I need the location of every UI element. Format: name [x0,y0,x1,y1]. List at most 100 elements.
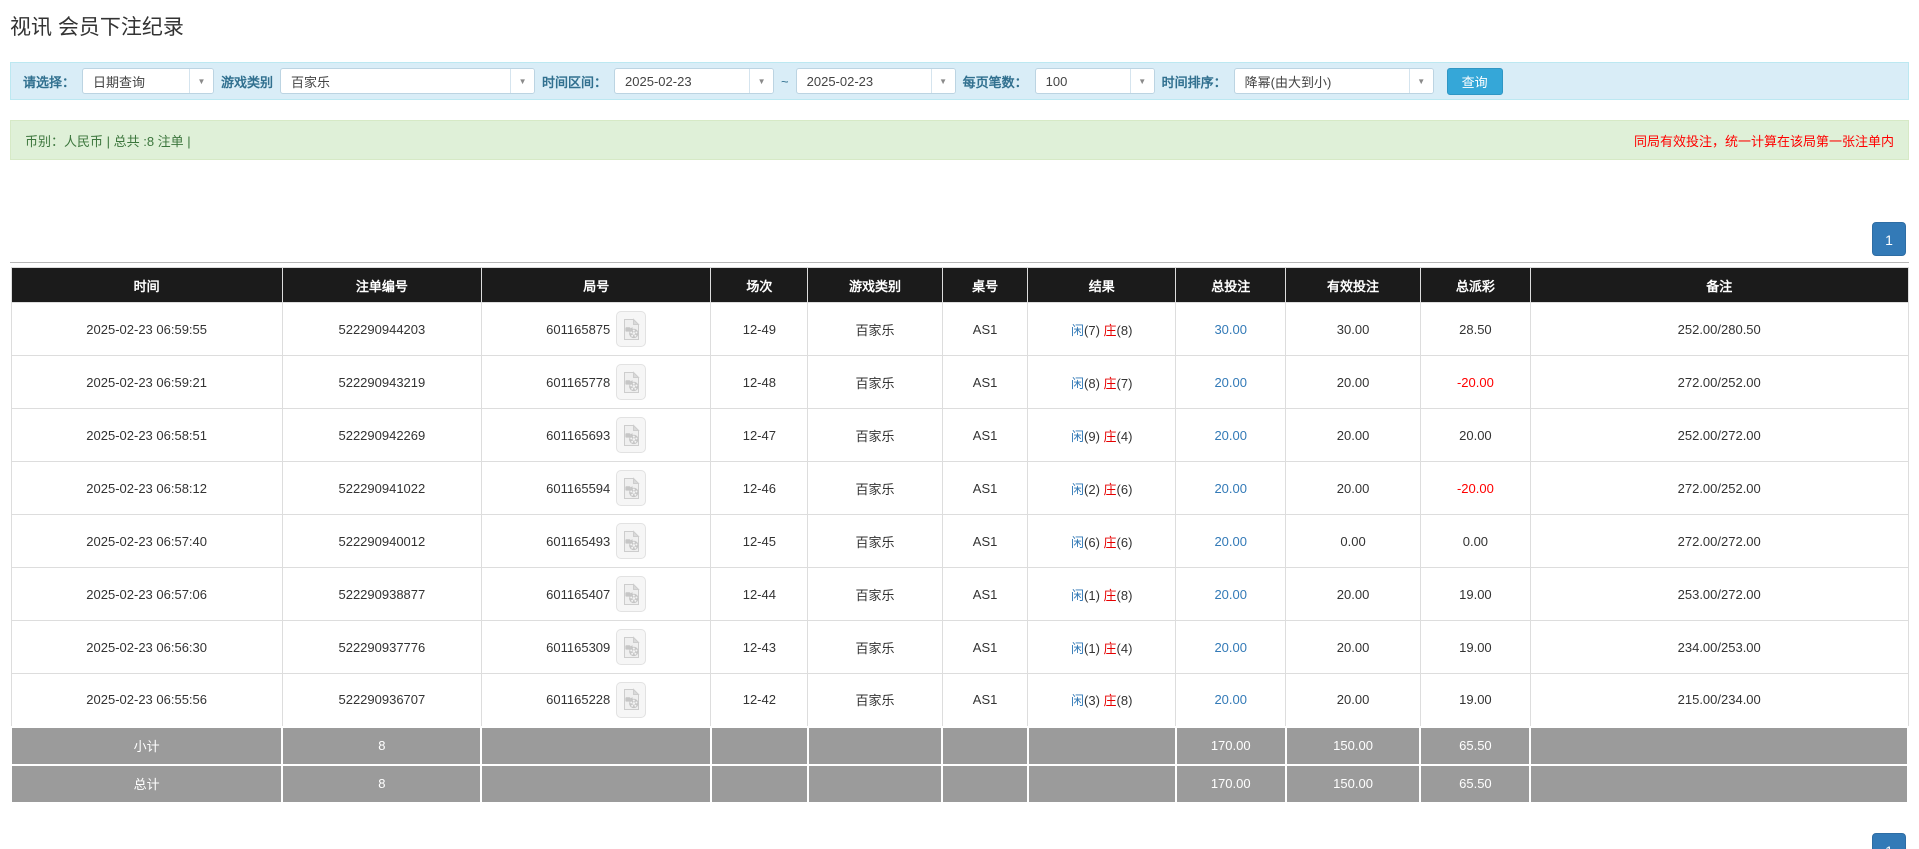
round-no-text: 601165309 [546,639,611,655]
result-player-score: (1) [1084,587,1100,603]
total-bet-link[interactable]: 20.00 [1214,692,1247,707]
cell-game-type: 百家乐 [807,673,943,727]
result-banker-label: 庄 [1103,322,1117,338]
table-row: 2025-02-23 06:58:51 522290942269 6011656… [10,408,1909,462]
total-bet-link[interactable]: 30.00 [1214,322,1247,337]
round-video-button[interactable] [616,681,647,718]
cell-result: 闲(2) 庄(6) [1027,461,1177,515]
chevron-down-icon: ▼ [749,69,774,93]
col-header-note: 备注 [1529,267,1909,303]
cell-note: 215.00/234.00 [1529,673,1909,727]
date-from-value: 2025-02-23 [625,73,692,89]
date-to-picker[interactable]: 2025-02-23 ▼ [795,68,956,94]
cell-valid-bet: 30.00 [1285,302,1421,356]
result-player-score: (9) [1084,428,1100,444]
result-banker-score: (4) [1116,428,1133,444]
cell-game-type: 百家乐 [807,567,943,621]
table-row: 2025-02-23 06:56:30 522290937776 6011653… [10,620,1909,674]
result-banker-score: (8) [1116,587,1133,603]
total-bet-link[interactable]: 20.00 [1214,587,1247,602]
round-video-button[interactable] [616,364,647,400]
time-sort-dropdown[interactable]: 降幂(由大到小) ▼ [1233,68,1434,94]
col-header-bet-no: 注单编号 [281,267,482,303]
result-player-label: 闲 [1071,322,1085,338]
query-type-dropdown[interactable]: 日期查询 ▼ [82,68,215,94]
cell-round-no: 601165228 [480,673,712,727]
subtotal-row: 小计 8 170.00 150.00 65.50 [9,725,1909,766]
cell-note: 253.00/272.00 [1529,567,1909,621]
result-player-score: (7) [1084,322,1100,338]
result-player-label: 闲 [1071,375,1085,391]
cell-bet-no: 522290941022 [281,461,482,515]
result-banker-label: 庄 [1103,428,1117,444]
currency-total-text: 币别：人民币 | 总共 :8 注单 | [25,133,191,149]
cell-note: 272.00/252.00 [1529,461,1909,515]
col-header-round-no: 局号 [480,267,712,303]
film-icon [622,423,641,447]
table-row: 2025-02-23 06:57:06 522290938877 6011654… [10,567,1909,621]
cell-session: 12-47 [710,408,809,462]
cell-round-no: 601165493 [480,514,712,568]
cell-table-no: AS1 [941,567,1029,621]
cell-note: 272.00/252.00 [1529,355,1909,409]
page-size-dropdown[interactable]: 100 ▼ [1034,68,1155,94]
table-row: 2025-02-23 06:59:21 522290943219 6011657… [10,355,1909,409]
cell-bet-no: 522290936707 [281,673,482,727]
search-button[interactable]: 查询 [1446,67,1503,95]
cell-round-no: 601165594 [480,461,712,515]
total-count: 8 [281,763,483,804]
cell-valid-bet: 20.00 [1285,408,1421,462]
chevron-down-icon: ▼ [930,69,955,93]
result-banker-label: 庄 [1103,693,1117,709]
round-video-button[interactable] [616,523,647,559]
chevron-down-icon: ▼ [510,69,535,93]
round-video-button[interactable] [616,417,647,453]
summary-bar: 币别：人民币 | 总共 :8 注单 | 同局有效投注，统一计算在该局第一张注单内 [10,120,1909,160]
round-video-button[interactable] [616,629,647,665]
total-bet-link[interactable]: 20.00 [1214,428,1247,443]
time-range-label: 时间区间： [542,74,608,90]
round-video-button[interactable] [616,470,647,506]
date-from-picker[interactable]: 2025-02-23 ▼ [614,68,775,94]
cell-table-no: AS1 [941,461,1029,515]
cell-note: 234.00/253.00 [1529,620,1909,674]
result-banker-label: 庄 [1103,640,1117,656]
round-video-button[interactable] [616,311,647,347]
cell-time: 2025-02-23 06:57:06 [10,567,283,621]
cell-total-bet: 20.00 [1175,461,1287,515]
total-bet-link[interactable]: 20.00 [1214,481,1247,496]
chevron-down-icon: ▼ [1129,69,1154,93]
cell-time: 2025-02-23 06:56:30 [10,620,283,674]
filter-bar: 请选择： 日期查询 ▼ 游戏类别 百家乐 ▼ 时间区间： 2025-02-23 … [10,62,1909,100]
cell-bet-no: 522290937776 [281,620,482,674]
film-icon [622,635,641,659]
game-type-dropdown[interactable]: 百家乐 ▼ [280,68,536,94]
total-bet-link[interactable]: 20.00 [1214,534,1247,549]
cell-table-no: AS1 [941,620,1029,674]
round-no-text: 601165778 [546,374,611,390]
game-type-label: 游戏类别 [221,74,274,90]
cell-time: 2025-02-23 06:55:56 [10,673,283,727]
result-banker-label: 庄 [1103,481,1117,497]
cell-result: 闲(3) 庄(8) [1027,673,1177,727]
page-1-button[interactable]: 1 [1872,222,1906,256]
total-bet-link[interactable]: 20.00 [1214,375,1247,390]
time-sort-label: 时间排序： [1161,74,1227,90]
cell-game-type: 百家乐 [807,620,943,674]
subtotal-total-bet: 170.00 [1174,725,1287,766]
page-1-button[interactable]: 1 [1872,832,1906,849]
round-no-text: 601165875 [546,321,611,337]
cell-total-bet: 20.00 [1175,514,1287,568]
result-banker-score: (8) [1116,693,1133,709]
round-video-button[interactable] [616,576,647,612]
cell-valid-bet: 20.00 [1285,620,1421,674]
total-bet-link[interactable]: 20.00 [1214,640,1247,655]
cell-round-no: 601165693 [480,408,712,462]
cell-bet-no: 522290938877 [281,567,482,621]
film-icon [622,476,641,500]
result-player-label: 闲 [1071,534,1085,550]
date-to-value: 2025-02-23 [806,73,874,89]
cell-bet-no: 522290940012 [281,514,482,568]
cell-round-no: 601165407 [480,567,712,621]
select-type-label: 请选择： [23,74,76,90]
